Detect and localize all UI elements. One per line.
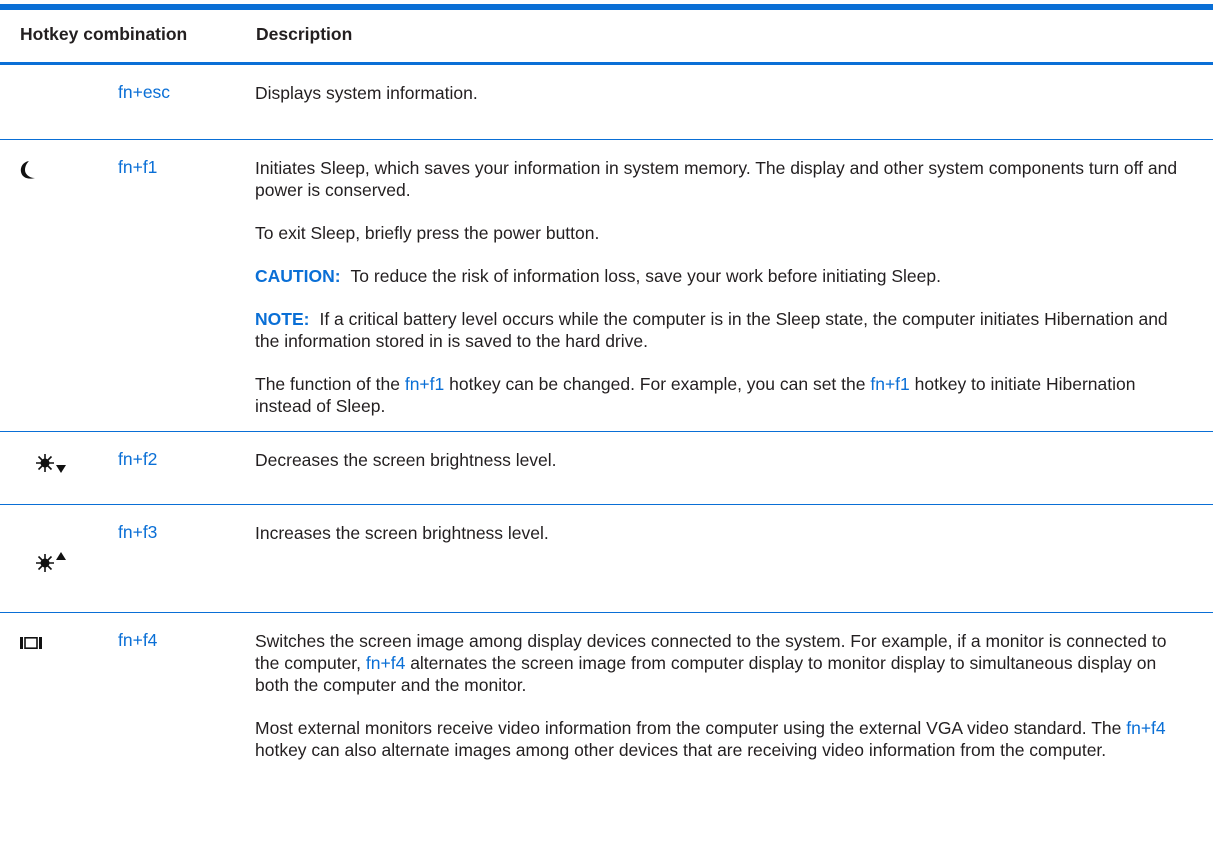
caution-paragraph: CAUTION: To reduce the risk of informatio… — [255, 265, 1185, 287]
text-span: The function of the — [255, 374, 405, 394]
note-paragraph: NOTE: If a critical battery level occurs … — [255, 308, 1185, 352]
table-header-row: Hotkey combination Description — [0, 10, 1213, 65]
description-cell: Decreases the screen brightness level. — [255, 431, 1213, 505]
table-row: fn+f4 Switches the screen image among di… — [0, 613, 1213, 776]
hotkey-link[interactable]: fn+f4 — [118, 630, 157, 650]
description-text: Displays system information. — [255, 83, 478, 103]
note-label: NOTE: — [255, 309, 310, 329]
description-text: To exit Sleep, briefly press the power b… — [255, 223, 600, 243]
header-description: Description — [255, 10, 1213, 65]
description-text: Decreases the screen brightness level. — [255, 450, 557, 470]
description-cell: Initiates Sleep, which saves your inform… — [255, 139, 1213, 432]
table-header: Hotkey combination Description — [0, 10, 1213, 65]
sleep-moon-icon — [20, 161, 35, 179]
table-row: fn+f1 Initiates Sleep, which saves your … — [0, 139, 1213, 432]
hotkey-link[interactable]: fn+f1 — [870, 374, 909, 394]
brightness-up-icon — [36, 552, 66, 572]
description-cell: Displays system information. — [255, 63, 1213, 140]
table-row: fn+f3 Increases the screen brightness le… — [0, 504, 1213, 613]
hotkey-link[interactable]: fn+f3 — [118, 522, 157, 542]
description-text: Increases the screen brightness level. — [255, 523, 549, 543]
caution-text: To reduce the risk of information loss, … — [350, 266, 941, 286]
text-span: hotkey can be changed. For example, you … — [444, 374, 871, 394]
caution-label: CAUTION: — [255, 266, 341, 286]
hotkey-link[interactable]: fn+f4 — [1126, 718, 1165, 738]
display-switch-icon — [20, 637, 42, 649]
description-text: Switches the screen image among display … — [255, 630, 1185, 696]
description-text: Most external monitors receive video inf… — [255, 717, 1185, 761]
hotkey-link[interactable]: fn+f1 — [405, 374, 444, 394]
description-cell: Switches the screen image among display … — [255, 613, 1213, 776]
note-text: If a critical battery level occurs while… — [255, 309, 1168, 351]
hotkey-link[interactable]: fn+esc — [118, 82, 170, 102]
header-hotkey-combination: Hotkey combination — [0, 10, 255, 65]
description-text: The function of the fn+f1 hotkey can be … — [255, 373, 1185, 417]
hotkey-table: Hotkey combination Description fn+esc Di… — [0, 10, 1213, 775]
description-text: Initiates Sleep, which saves your inform… — [255, 158, 1178, 200]
icon-cell — [0, 139, 118, 432]
hotkey-cell: fn+f3 — [118, 504, 255, 613]
table-row: fn+esc Displays system information. — [0, 63, 1213, 140]
text-span: hotkey can also alternate images among o… — [255, 740, 1107, 760]
hotkey-cell: fn+f4 — [118, 613, 255, 776]
icon-cell — [0, 504, 118, 613]
icon-cell — [0, 613, 118, 776]
description-cell: Increases the screen brightness level. — [255, 504, 1213, 613]
brightness-down-icon — [36, 454, 66, 473]
icon-cell — [0, 63, 118, 140]
hotkey-cell: fn+f2 — [118, 431, 255, 505]
hotkey-link[interactable]: fn+f2 — [118, 449, 157, 469]
hotkey-cell: fn+f1 — [118, 139, 255, 432]
text-span: Most external monitors receive video inf… — [255, 718, 1127, 738]
table-row: fn+f2 Decreases the screen brightness le… — [0, 431, 1213, 505]
icon-cell — [0, 431, 118, 505]
hotkey-cell: fn+esc — [118, 63, 255, 140]
hotkey-link[interactable]: fn+f4 — [366, 653, 405, 673]
hotkey-link[interactable]: fn+f1 — [118, 157, 157, 177]
